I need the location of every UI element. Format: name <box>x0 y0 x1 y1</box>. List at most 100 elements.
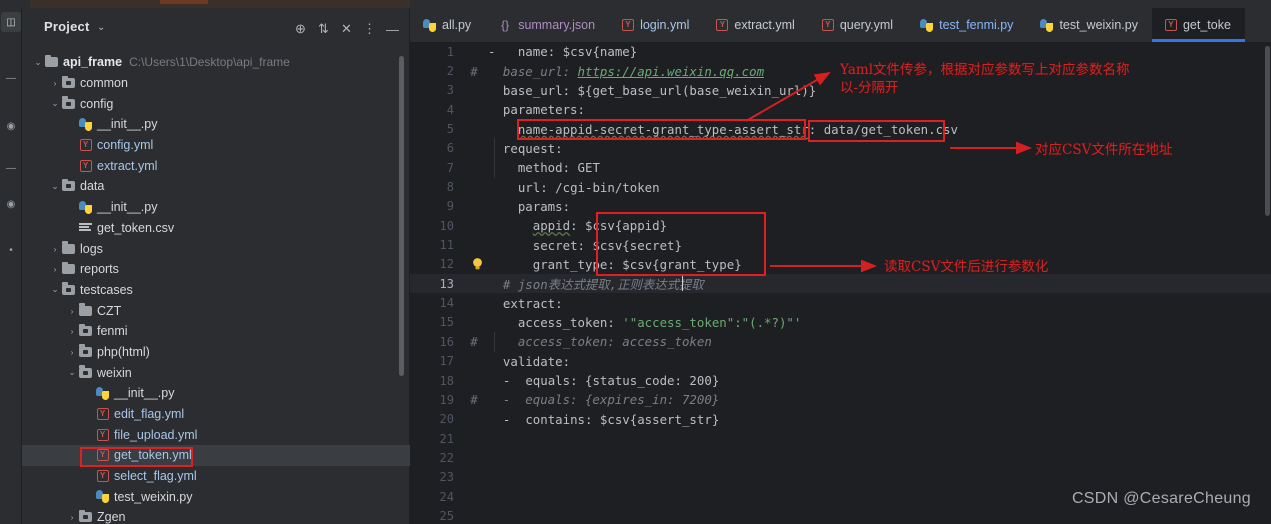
tree-row[interactable]: ›__init__.py <box>22 197 410 218</box>
chevron-down-icon[interactable]: ⌄ <box>66 367 78 378</box>
editor-tab[interactable]: test_fenmi.py <box>907 8 1027 42</box>
code-line[interactable]: 21 <box>410 429 1271 448</box>
tree-item-label: __init__.py <box>114 386 175 401</box>
code-line[interactable]: 13 # json表达式提取,正则表达式提取 <box>410 274 1271 294</box>
chevron-down-icon[interactable]: ⌄ <box>49 98 61 109</box>
chevron-right-icon[interactable]: › <box>49 244 61 254</box>
line-number: 23 <box>439 470 454 485</box>
tree-row[interactable]: ⌄ weixin <box>22 362 410 383</box>
tree-row[interactable]: ›__init__.py <box>22 383 410 404</box>
code-line[interactable]: 17 validate: <box>410 352 1271 371</box>
code-line[interactable]: 4 parameters: <box>410 100 1271 119</box>
code-line[interactable]: 1 - name: $csv{name} <box>410 42 1271 61</box>
code-line[interactable]: 20 - contains: $csv{assert_str} <box>410 410 1271 429</box>
code-line[interactable]: 9 params: <box>410 197 1271 216</box>
tree-row[interactable]: ⌄ data <box>22 176 410 197</box>
editor-tab[interactable]: Yget_toke <box>1151 8 1245 42</box>
locate-icon[interactable]: ⊕ <box>289 18 312 40</box>
lightbulb-intention-icon[interactable] <box>471 257 484 271</box>
tree-row[interactable]: ›__init__.py <box>22 114 410 135</box>
chevron-down-icon[interactable]: ⌄ <box>49 284 61 295</box>
chevron-down-icon[interactable]: ⌄ <box>97 22 105 33</box>
chevron-right-icon[interactable]: › <box>49 264 61 274</box>
tree-row[interactable]: ›Yconfig.yml <box>22 135 410 156</box>
tree-row[interactable]: ⌄ config <box>22 93 410 114</box>
tree-row[interactable]: › reports <box>22 259 410 280</box>
chevron-down-icon[interactable]: ⌄ <box>49 181 61 192</box>
code-line[interactable]: 22 <box>410 448 1271 467</box>
editor-scrollbar[interactable] <box>1265 46 1270 216</box>
tree-row[interactable]: ›Yedit_flag.yml <box>22 404 410 425</box>
yaml-file-icon: Y <box>78 139 93 152</box>
yaml-file-icon: Y <box>78 159 93 172</box>
code-line[interactable]: 11 secret: $csv{secret} <box>410 235 1271 254</box>
tree-row[interactable]: › logs <box>22 238 410 259</box>
code-line[interactable]: 10 appid: $csv{appid} <box>410 216 1271 235</box>
chevron-right-icon[interactable]: › <box>66 512 78 522</box>
tree-row[interactable]: ›get_token.csv <box>22 218 410 239</box>
code-line[interactable]: 19 # - equals: {expires_in: 7200} <box>410 390 1271 409</box>
favorites-rail-icon[interactable]: • <box>1 240 21 260</box>
project-root-path: C:\Users\1\Desktop\api_frame <box>129 55 290 70</box>
folder-module-icon <box>78 365 93 378</box>
tree-row[interactable]: ›test_weixin.py <box>22 486 410 507</box>
watermark: CSDN @CesareCheung <box>1071 490 1251 507</box>
folder-icon <box>61 261 76 275</box>
code-line[interactable]: 23 <box>410 468 1271 487</box>
editor-tab[interactable]: Ylogin.yml <box>609 8 703 42</box>
code-line[interactable]: 16 # access_token: access_token <box>410 332 1271 351</box>
editor-tab[interactable]: Yquery.yml <box>809 8 907 42</box>
line-number: 6 <box>446 141 454 156</box>
code-line[interactable]: 7 method: GET <box>410 158 1271 177</box>
tree-row[interactable]: ⌄ testcases <box>22 280 410 301</box>
tree-row[interactable]: › common <box>22 73 410 94</box>
top-strip-orange-accent <box>160 0 208 4</box>
code-line[interactable]: 15 access_token: '"access_token":"(.*?)"… <box>410 313 1271 332</box>
structure-rail-icon[interactable]: ◉ <box>1 116 21 136</box>
code-line-text: extract: <box>502 295 563 311</box>
line-number: 4 <box>446 102 454 117</box>
editor-tab-bar[interactable]: all.py{} summary.json Ylogin.yml Yextract.y… <box>410 8 1271 42</box>
tree-row[interactable]: › fenmi <box>22 321 410 342</box>
tree-row[interactable]: › Zgen <box>22 507 410 524</box>
tree-row[interactable]: ›Yextract.yml <box>22 155 410 176</box>
chevron-right-icon[interactable]: › <box>66 306 78 316</box>
tree-item-label: __init__.py <box>97 200 158 215</box>
code-line[interactable]: 14 extract: <box>410 293 1271 312</box>
tree-row[interactable]: ›Yfile_upload.yml <box>22 424 410 445</box>
editor-tab[interactable]: test_weixin.py <box>1027 8 1152 42</box>
code-line[interactable]: 8 url: /cgi-bin/token <box>410 177 1271 196</box>
editor-tab[interactable]: all.py <box>410 8 485 42</box>
highlight-box-params <box>596 212 766 276</box>
code-line-text: # json表达式提取,正则表达式提取 <box>488 276 704 292</box>
comment-hash-marker: # <box>470 392 478 408</box>
tree-row[interactable]: › php(html) <box>22 342 410 363</box>
editor-tab[interactable]: {} summary.json <box>485 8 609 42</box>
folder-module-icon <box>61 282 76 295</box>
code-line[interactable]: 12 grant_type: $csv{grant_type} <box>410 255 1271 274</box>
hide-panel-icon[interactable]: — <box>381 18 404 40</box>
collapse-all-icon[interactable]: ✕ <box>335 18 358 40</box>
code-line-text: request: <box>502 140 563 156</box>
tree-row[interactable]: › CZT <box>22 300 410 321</box>
code-line[interactable]: 25 <box>410 506 1271 524</box>
yaml-file-icon: Y <box>1164 19 1177 31</box>
expand-collapse-icon[interactable]: ⇅ <box>312 18 335 40</box>
chevron-down-icon[interactable]: ⌄ <box>32 57 44 68</box>
code-line[interactable]: 18 - equals: {status_code: 200} <box>410 371 1271 390</box>
bookmarks-rail-icon[interactable]: ◉ <box>1 194 21 214</box>
tree-row[interactable]: ⌄ api_frame C:\Users\1\Desktop\api_frame <box>22 52 410 73</box>
project-rail-icon[interactable]: ◫ <box>1 12 21 32</box>
more-options-icon[interactable]: ⋮ <box>358 18 381 40</box>
chevron-right-icon[interactable]: › <box>66 326 78 336</box>
chevron-right-icon[interactable]: › <box>66 347 78 357</box>
project-tree-scrollbar[interactable] <box>399 56 404 376</box>
tree-row[interactable]: ›Yselect_flag.yml <box>22 466 410 487</box>
editor-tab-label: summary.json <box>518 18 596 32</box>
line-number: 12 <box>439 257 454 272</box>
line-number: 10 <box>439 218 454 233</box>
chevron-right-icon[interactable]: › <box>49 78 61 88</box>
folder-icon <box>78 303 93 316</box>
editor-code-area[interactable]: 1 - name: $csv{name} 2 # base_url: https://… <box>410 42 1271 524</box>
editor-tab[interactable]: Yextract.yml <box>703 8 808 42</box>
